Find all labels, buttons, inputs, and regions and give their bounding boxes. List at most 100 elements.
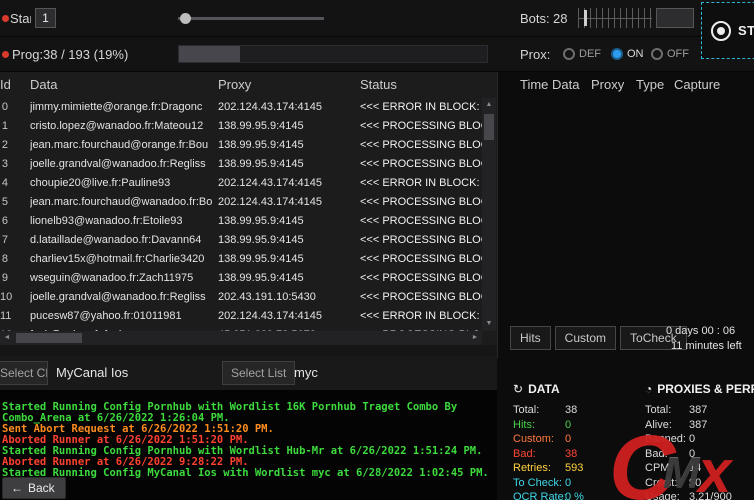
bots-count: 28 [553,0,567,37]
table-row[interactable]: 3 joelle.grandval@wanadoo.fr:Regliss 138… [0,155,482,174]
scroll-up-icon[interactable]: ▲ [482,98,496,112]
bots-label: Bots: [520,0,550,37]
stat-value: 3.21/900 [689,491,732,500]
progress-bar [178,45,488,63]
bots-slider-handle[interactable] [584,10,587,26]
table-row[interactable]: 10 joelle.grandval@wanadoo.fr:Regliss 20… [0,288,482,307]
back-button[interactable]: ← Back [2,477,66,499]
cell-proxy: 202.124.43.174:4145 [218,98,360,117]
data-table-panel: Id Data Proxy Status 0 jimmy.mimiette@or… [0,72,497,345]
stat-row: To Check:0 [513,476,641,491]
cell-data: pucesw87@yahoo.fr:01011981 [30,307,218,326]
table-row[interactable]: 6 lionelb93@wanadoo.fr:Etoile93 138.99.9… [0,212,482,231]
proxy-on-label[interactable]: ON [627,37,644,72]
hits-column-header-time[interactable]: Time [520,72,548,98]
start-target-dot [717,27,725,35]
hits-column-header-data[interactable]: Data [552,72,579,98]
cell-status: <<< PROCESSING BLOCK [360,193,482,212]
proxy-off-label[interactable]: OFF [667,37,689,72]
table-row[interactable]: 11 pucesw87@yahoo.fr:01011981 202.124.43… [0,307,482,326]
stat-value: 38 [565,404,577,416]
cell-data: joelle.grandval@wanadoo.fr:Regliss [30,288,218,307]
data-stats-section: ↻DATA Total:38 Hits:0 Custom:0 [513,382,641,500]
column-header-status[interactable]: Status [360,72,490,98]
proxy-def-radio[interactable] [563,48,575,60]
cell-status: <<< ERROR IN BLOCK: R [360,174,482,193]
proxy-on-radio[interactable] [611,48,623,60]
back-button-label: Back [28,481,55,495]
stat-label: Custom: [513,432,565,447]
cell-proxy: 138.99.95.9:4145 [218,250,360,269]
stat-value: 0 [565,419,571,431]
table-row[interactable]: 4 choupie20@live.fr:Pauline93 202.124.43… [0,174,482,193]
start-position-input[interactable] [35,8,56,28]
scroll-right-icon[interactable]: ► [468,331,482,345]
select-config-button[interactable]: Select CFG [0,361,48,385]
hits-tab[interactable]: Custom [555,326,616,350]
vertical-scroll-thumb[interactable] [484,114,494,140]
stat-value: 0 % [565,491,584,500]
data-table-header: Id Data Proxy Status [0,72,497,98]
hits-tab[interactable]: Hits [510,326,551,350]
stat-row: Usage:3.21/900 [645,490,754,500]
table-row[interactable]: 2 jean.marc.fourchaud@orange.fr:Bou 138.… [0,136,482,155]
horizontal-scrollbar[interactable]: ◄ ► [0,331,482,345]
cell-data: jimmy.mimiette@orange.fr:Dragonc [30,98,218,117]
stat-label: Total: [645,403,689,418]
proxy-def-label[interactable]: DEF [579,37,601,72]
cell-status: <<< ERROR IN BLOCK: R [360,307,482,326]
column-header-data[interactable]: Data [30,72,218,98]
scroll-left-icon[interactable]: ◄ [0,331,14,345]
table-row[interactable]: 7 d.lataillade@wanadoo.fr:Davann64 138.9… [0,231,482,250]
stat-value: 0 [689,433,695,445]
stat-row: Credit:$0 [645,476,754,491]
cell-id: 2 [0,136,30,155]
remaining-time: 11 minutes left [666,339,742,354]
cell-data: joelle.grandval@wanadoo.fr:Regliss [30,155,218,174]
horizontal-scroll-thumb[interactable] [16,333,82,343]
stat-row: Total:38 [513,403,641,418]
hits-column-header-capture[interactable]: Capture [674,72,720,98]
stat-row: Banned:0 [645,432,754,447]
stat-row: Custom:0 [513,432,641,447]
cell-id: 9 [0,269,30,288]
table-row[interactable]: 1 cristo.lopez@wanadoo.fr:Mateou12 138.9… [0,117,482,136]
data-stats-header: ↻DATA [513,382,641,396]
start-slider[interactable] [178,17,324,20]
data-stats-title: DATA [528,382,560,396]
selected-list-name: myc [294,356,318,390]
stat-value: 0 [689,448,695,460]
cell-proxy: 138.99.95.9:4145 [218,136,360,155]
cell-proxy: 138.99.95.9:4145 [218,117,360,136]
start-slider-handle[interactable] [180,13,191,24]
table-row[interactable]: 8 charliev15x@hotmail.fr:Charlie3420 138… [0,250,482,269]
proxy-stats-header: ◔PROXIES & PERFORMANCE [645,382,754,396]
stat-label: Hits: [513,418,565,433]
table-row[interactable]: 9 wseguin@wanadoo.fr:Zach11975 138.99.95… [0,269,482,288]
log-entry: Started Running Config Pornhub with Word… [2,402,508,424]
select-list-button[interactable]: Select List [222,361,295,385]
hits-panel: Time Data Proxy Type Capture HitsCustomT… [497,72,754,358]
proxy-off-radio[interactable] [651,48,663,60]
bots-slider[interactable] [578,8,652,28]
table-row[interactable]: 5 jean.marc.fourchaud@wanadoo.fr:Bo 202.… [0,193,482,212]
hits-column-header-type[interactable]: Type [636,72,664,98]
stat-label: Usage: [645,490,689,500]
cell-id: 8 [0,250,30,269]
scroll-down-icon[interactable]: ▼ [482,317,496,331]
vertical-scrollbar[interactable]: ▲ ▼ [482,98,496,331]
cell-id: 4 [0,174,30,193]
column-header-id[interactable]: Id [0,72,30,98]
start-button-label: START [738,23,754,38]
cell-proxy: 138.99.95.9:4145 [218,269,360,288]
bots-spinner-box[interactable] [656,8,694,28]
start-button[interactable]: START [701,2,754,59]
hits-column-header-proxy[interactable]: Proxy [591,72,624,98]
stat-label: Credit: [645,476,689,491]
cell-data: wseguin@wanadoo.fr:Zach11975 [30,269,218,288]
stat-label: To Check: [513,476,565,491]
cell-proxy: 202.124.43.174:4145 [218,174,360,193]
column-header-proxy[interactable]: Proxy [218,72,360,98]
openbullet-runner-window: Start: Bots: 28 Prog: 38 / 193 (19%) Pro… [0,0,754,500]
table-row[interactable]: 0 jimmy.mimiette@orange.fr:Dragonc 202.1… [0,98,482,117]
